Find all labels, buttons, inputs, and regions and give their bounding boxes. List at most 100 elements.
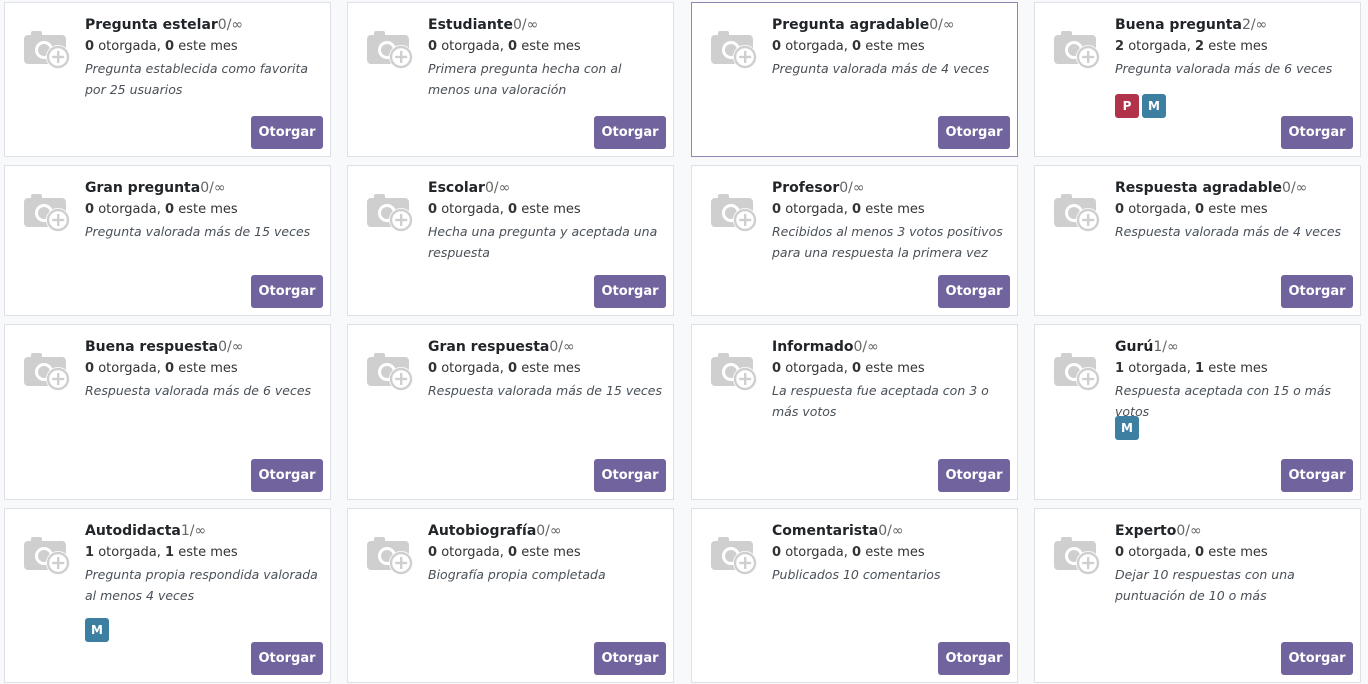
badge-card[interactable]: Autodidacta1/∞ 1 otorgada, 1 este mes Pr… xyxy=(4,508,331,683)
awarded-count: 1 xyxy=(1115,361,1125,376)
badge-name[interactable]: Experto xyxy=(1115,523,1176,539)
awarded-label: otorgada, xyxy=(785,361,848,376)
grant-button[interactable]: Otorgar xyxy=(1281,275,1353,308)
badge-stats: 1 otorgada, 1 este mes xyxy=(1115,360,1268,378)
awarded-count: 0 xyxy=(1115,202,1125,217)
grant-button[interactable]: Otorgar xyxy=(594,275,666,308)
grant-button[interactable]: Otorgar xyxy=(251,275,323,308)
badge-card[interactable]: Escolar0/∞ 0 otorgada, 0 este mes Hecha … xyxy=(347,165,674,316)
badge-name[interactable]: Profesor xyxy=(772,180,839,196)
badge-name[interactable]: Autobiografía xyxy=(428,523,536,539)
awarded-label: otorgada, xyxy=(98,545,161,560)
camera-add-icon[interactable] xyxy=(363,183,415,235)
badge-description: Publicados 10 comentarios xyxy=(772,567,941,582)
badge-title: Gran respuesta0/∞ xyxy=(428,338,575,356)
badge-title: Buena respuesta0/∞ xyxy=(85,338,243,356)
month-count: 0 xyxy=(165,39,175,54)
badge-title: Profesor0/∞ xyxy=(772,179,865,197)
avatar[interactable]: P xyxy=(1115,94,1139,118)
badge-card[interactable]: Estudiante0/∞ 0 otorgada, 0 este mes Pri… xyxy=(347,2,674,157)
badge-title: Autobiografía0/∞ xyxy=(428,522,562,540)
grant-button[interactable]: Otorgar xyxy=(938,275,1010,308)
month-label: este mes xyxy=(1208,202,1268,217)
badge-name[interactable]: Comentarista xyxy=(772,523,878,539)
badge-card[interactable]: Gran respuesta0/∞ 0 otorgada, 0 este mes… xyxy=(347,324,674,500)
awarded-count: 1 xyxy=(85,545,95,560)
avatar[interactable]: M xyxy=(1142,94,1166,118)
grant-button[interactable]: Otorgar xyxy=(251,459,323,492)
grant-button[interactable]: Otorgar xyxy=(1281,459,1353,492)
awarded-users: M xyxy=(1115,416,1139,440)
grant-button[interactable]: Otorgar xyxy=(938,116,1010,149)
badge-card[interactable]: Pregunta estelar0/∞ 0 otorgada, 0 este m… xyxy=(4,2,331,157)
avatar[interactable]: M xyxy=(1115,416,1139,440)
grant-button[interactable]: Otorgar xyxy=(1281,116,1353,149)
badge-card[interactable]: Buena pregunta2/∞ 2 otorgada, 2 este mes… xyxy=(1034,2,1361,157)
awarded-label: otorgada, xyxy=(1128,202,1191,217)
awarded-label: otorgada, xyxy=(785,39,848,54)
badge-description: Dejar 10 respuestas con una puntuación d… xyxy=(1115,567,1295,603)
grant-button[interactable]: Otorgar xyxy=(1281,642,1353,675)
camera-add-icon[interactable] xyxy=(707,20,759,72)
badge-name[interactable]: Buena pregunta xyxy=(1115,17,1242,33)
badge-name[interactable]: Autodidacta xyxy=(85,523,181,539)
camera-add-icon[interactable] xyxy=(1050,526,1102,578)
grant-button[interactable]: Otorgar xyxy=(251,642,323,675)
awarded-count: 0 xyxy=(1115,545,1125,560)
badge-name[interactable]: Escolar xyxy=(428,180,485,196)
badge-title: Informado0/∞ xyxy=(772,338,879,356)
grant-button[interactable]: Otorgar xyxy=(594,459,666,492)
grant-button[interactable]: Otorgar xyxy=(938,642,1010,675)
month-label: este mes xyxy=(521,39,581,54)
camera-add-icon[interactable] xyxy=(1050,183,1102,235)
month-count: 0 xyxy=(852,202,862,217)
badge-card[interactable]: Gran pregunta0/∞ 0 otorgada, 0 este mes … xyxy=(4,165,331,316)
badge-card[interactable]: Autobiografía0/∞ 0 otorgada, 0 este mes … xyxy=(347,508,674,683)
badge-stats: 0 otorgada, 0 este mes xyxy=(772,544,925,562)
badge-card[interactable]: Pregunta agradable0/∞ 0 otorgada, 0 este… xyxy=(691,2,1018,157)
avatar[interactable]: M xyxy=(85,618,109,642)
camera-add-icon[interactable] xyxy=(20,526,72,578)
month-label: este mes xyxy=(1208,545,1268,560)
badge-name[interactable]: Informado xyxy=(772,339,853,355)
badge-limit: 0/∞ xyxy=(200,180,226,196)
badge-card[interactable]: Gurú1/∞ 1 otorgada, 1 este mes Respuesta… xyxy=(1034,324,1361,500)
camera-add-icon[interactable] xyxy=(707,183,759,235)
awarded-label: otorgada, xyxy=(1128,361,1191,376)
badge-card[interactable]: Respuesta agradable0/∞ 0 otorgada, 0 est… xyxy=(1034,165,1361,316)
awarded-label: otorgada, xyxy=(785,545,848,560)
grant-button[interactable]: Otorgar xyxy=(594,116,666,149)
badge-card[interactable]: Profesor0/∞ 0 otorgada, 0 este mes Recib… xyxy=(691,165,1018,316)
badge-name[interactable]: Gran respuesta xyxy=(428,339,549,355)
awarded-label: otorgada, xyxy=(98,39,161,54)
camera-add-icon[interactable] xyxy=(20,20,72,72)
awarded-count: 0 xyxy=(772,361,782,376)
month-count: 0 xyxy=(852,361,862,376)
camera-add-icon[interactable] xyxy=(20,342,72,394)
badge-name[interactable]: Buena respuesta xyxy=(85,339,218,355)
month-count: 0 xyxy=(508,361,518,376)
badge-name[interactable]: Gran pregunta xyxy=(85,180,200,196)
badge-name[interactable]: Respuesta agradable xyxy=(1115,180,1282,196)
badge-card[interactable]: Informado0/∞ 0 otorgada, 0 este mes La r… xyxy=(691,324,1018,500)
badge-name[interactable]: Gurú xyxy=(1115,339,1153,355)
month-label: este mes xyxy=(865,202,925,217)
badge-card[interactable]: Buena respuesta0/∞ 0 otorgada, 0 este me… xyxy=(4,324,331,500)
camera-add-icon[interactable] xyxy=(363,342,415,394)
badge-card[interactable]: Comentarista0/∞ 0 otorgada, 0 este mes P… xyxy=(691,508,1018,683)
camera-add-icon[interactable] xyxy=(363,20,415,72)
badge-name[interactable]: Pregunta estelar xyxy=(85,17,218,33)
badge-card[interactable]: Experto0/∞ 0 otorgada, 0 este mes Dejar … xyxy=(1034,508,1361,683)
grant-button[interactable]: Otorgar xyxy=(938,459,1010,492)
badge-name[interactable]: Estudiante xyxy=(428,17,513,33)
camera-add-icon[interactable] xyxy=(363,526,415,578)
badge-name[interactable]: Pregunta agradable xyxy=(772,17,929,33)
grant-button[interactable]: Otorgar xyxy=(594,642,666,675)
camera-add-icon[interactable] xyxy=(1050,342,1102,394)
camera-add-icon[interactable] xyxy=(1050,20,1102,72)
camera-add-icon[interactable] xyxy=(20,183,72,235)
grant-button[interactable]: Otorgar xyxy=(251,116,323,149)
camera-add-icon[interactable] xyxy=(707,342,759,394)
badge-limit: 1/∞ xyxy=(180,523,207,539)
camera-add-icon[interactable] xyxy=(707,526,759,578)
